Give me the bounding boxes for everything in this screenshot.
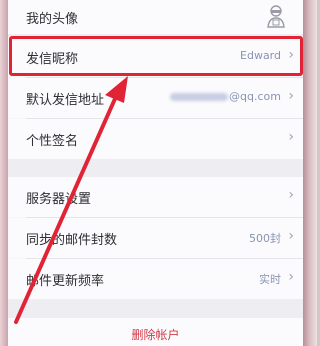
avatar-icon (263, 3, 289, 29)
device-bezel-right (303, 0, 317, 346)
chevron-right-icon: › (288, 88, 294, 104)
delete-account-button[interactable]: 删除帐户 (8, 326, 303, 343)
sync-count-label: 同步的邮件封数 (26, 233, 118, 248)
server-settings-row[interactable]: 服务器设置 › (8, 177, 303, 217)
chevron-right-icon: › (288, 269, 294, 285)
default-address-label: 默认发信地址 (26, 93, 105, 108)
update-frequency-row[interactable]: 邮件更新频率 实时 › (8, 259, 303, 299)
sync-count-row[interactable]: 同步的邮件封数 500封 › (8, 218, 303, 258)
device-bezel-left (0, 0, 8, 346)
section-gap (8, 299, 303, 318)
signature-row[interactable]: 个性签名 › (8, 119, 303, 159)
delete-account-row[interactable]: 删除帐户 (8, 318, 303, 346)
highlight-box (9, 36, 303, 76)
section-gap (8, 159, 303, 177)
update-frequency-value: 实时 (259, 273, 281, 286)
chevron-right-icon: › (288, 228, 294, 244)
avatar-label: 我的头像 (26, 12, 79, 27)
update-frequency-label: 邮件更新频率 (26, 274, 105, 289)
server-settings-label: 服务器设置 (26, 192, 92, 207)
sync-count-value: 500封 (249, 232, 281, 245)
default-address-domain: @qq.com (229, 90, 281, 103)
default-address-value: @qq.com (170, 90, 281, 103)
redacted-email-blur (170, 93, 229, 101)
chevron-right-icon: › (288, 187, 294, 203)
default-address-row[interactable]: 默认发信地址 @qq.com › (8, 78, 303, 118)
chevron-right-icon: › (288, 129, 294, 145)
signature-label: 个性签名 (26, 134, 79, 149)
avatar-row[interactable]: 我的头像 (8, 0, 303, 34)
